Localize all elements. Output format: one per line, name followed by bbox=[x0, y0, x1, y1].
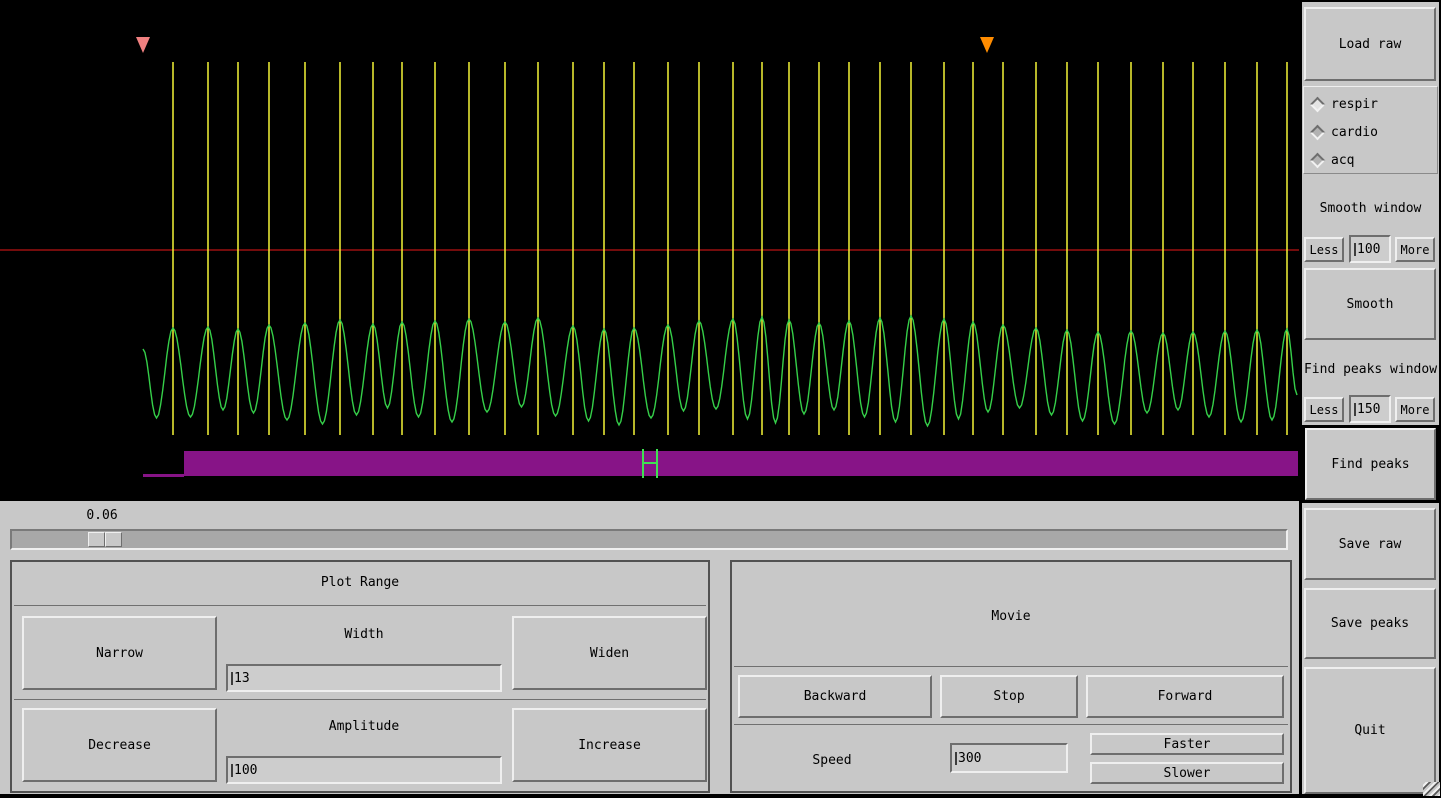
slider-handle-left[interactable] bbox=[88, 532, 105, 547]
separator bbox=[734, 724, 1288, 725]
peaks-less-button[interactable]: Less bbox=[1304, 397, 1344, 422]
radio-acq[interactable]: acq bbox=[1309, 151, 1355, 169]
movie-title: Movie bbox=[991, 608, 1031, 624]
radio-cardio-label: cardio bbox=[1331, 124, 1378, 140]
width-entry-value: 13 bbox=[234, 670, 250, 686]
speed-entry-value: 300 bbox=[958, 750, 982, 766]
faster-button[interactable]: Faster bbox=[1090, 733, 1284, 755]
forward-button[interactable]: Forward bbox=[1086, 675, 1284, 718]
speed-entry[interactable]: 300 bbox=[950, 743, 1068, 773]
bottom-panel: 0.06 Plot Range Narrow Width 13 Widen De… bbox=[0, 501, 1299, 794]
slower-button[interactable]: Slower bbox=[1090, 762, 1284, 784]
radio-acq-label: acq bbox=[1331, 152, 1355, 168]
amplitude-entry-value: 100 bbox=[234, 762, 258, 778]
scroll-position-value: 0.06 bbox=[86, 508, 118, 523]
radio-cardio[interactable]: cardio bbox=[1309, 123, 1378, 141]
widen-button[interactable]: Widen bbox=[512, 616, 707, 690]
smooth-button[interactable]: Smooth bbox=[1304, 268, 1436, 340]
movie-frame: Movie Backward Stop Forward Speed 300 Fa… bbox=[730, 560, 1292, 793]
plot-range-frame: Plot Range Narrow Width 13 Widen Decreas… bbox=[10, 560, 710, 793]
scroll-slider-handle[interactable] bbox=[88, 532, 122, 547]
smooth-window-entry[interactable]: 100 bbox=[1349, 235, 1391, 263]
text-cursor bbox=[955, 751, 957, 765]
width-label: Width bbox=[344, 626, 384, 642]
stop-button[interactable]: Stop bbox=[940, 675, 1078, 718]
radio-respir[interactable]: respir bbox=[1309, 95, 1378, 113]
signal-type-group: respir cardio acq bbox=[1303, 86, 1438, 174]
speed-label: Speed bbox=[812, 752, 852, 768]
plot-range-title: Plot Range bbox=[320, 574, 400, 590]
width-entry[interactable]: 13 bbox=[226, 664, 502, 692]
separator bbox=[734, 666, 1288, 667]
app-window: 0.06 Plot Range Narrow Width 13 Widen De… bbox=[0, 0, 1441, 798]
resize-grip[interactable] bbox=[1423, 782, 1440, 796]
slider-handle-right[interactable] bbox=[105, 532, 122, 547]
decrease-button[interactable]: Decrease bbox=[22, 708, 217, 782]
text-cursor bbox=[231, 763, 233, 777]
save-peaks-button[interactable]: Save peaks bbox=[1304, 588, 1436, 659]
find-peaks-window-value: 150 bbox=[1357, 401, 1381, 417]
save-raw-button[interactable]: Save raw bbox=[1304, 508, 1436, 580]
increase-button[interactable]: Increase bbox=[512, 708, 707, 782]
backward-button[interactable]: Backward bbox=[738, 675, 932, 718]
pink-marker[interactable] bbox=[136, 37, 150, 53]
smooth-more-button[interactable]: More bbox=[1395, 237, 1435, 262]
separator bbox=[14, 605, 706, 606]
radio-diamond-icon bbox=[1309, 124, 1326, 140]
text-cursor bbox=[1354, 242, 1356, 256]
radio-diamond-icon bbox=[1309, 96, 1326, 112]
amplitude-entry[interactable]: 100 bbox=[226, 756, 502, 784]
orange-marker[interactable] bbox=[980, 37, 994, 53]
text-cursor bbox=[231, 671, 233, 685]
smooth-window-value: 100 bbox=[1357, 241, 1381, 257]
selection-bar-thin bbox=[143, 474, 184, 477]
text-cursor bbox=[1354, 402, 1356, 416]
find-peaks-window-entry[interactable]: 150 bbox=[1349, 395, 1391, 423]
signal-canvas[interactable] bbox=[0, 0, 1299, 501]
find-peaks-focus-ring: Find peaks bbox=[1302, 425, 1439, 503]
narrow-button[interactable]: Narrow bbox=[22, 616, 217, 690]
radio-diamond-icon bbox=[1309, 152, 1326, 168]
find-peaks-button[interactable]: Find peaks bbox=[1305, 428, 1436, 500]
scroll-slider-trough[interactable] bbox=[10, 529, 1288, 550]
radio-respir-label: respir bbox=[1331, 96, 1378, 112]
amplitude-label: Amplitude bbox=[328, 718, 400, 734]
quit-button[interactable]: Quit bbox=[1304, 667, 1436, 794]
selection-bar[interactable] bbox=[184, 451, 1298, 476]
peaks-more-button[interactable]: More bbox=[1395, 397, 1435, 422]
find-peaks-window-label: Find peaks window bbox=[1303, 361, 1438, 377]
window-bottom-border bbox=[0, 794, 1441, 798]
smooth-less-button[interactable]: Less bbox=[1304, 237, 1344, 262]
separator bbox=[14, 699, 706, 700]
signal-wave bbox=[142, 314, 1298, 428]
load-raw-button[interactable]: Load raw bbox=[1304, 7, 1436, 81]
sidebar: Load raw respir cardio acq Smooth window… bbox=[1302, 0, 1441, 794]
smooth-window-label: Smooth window bbox=[1319, 200, 1422, 216]
